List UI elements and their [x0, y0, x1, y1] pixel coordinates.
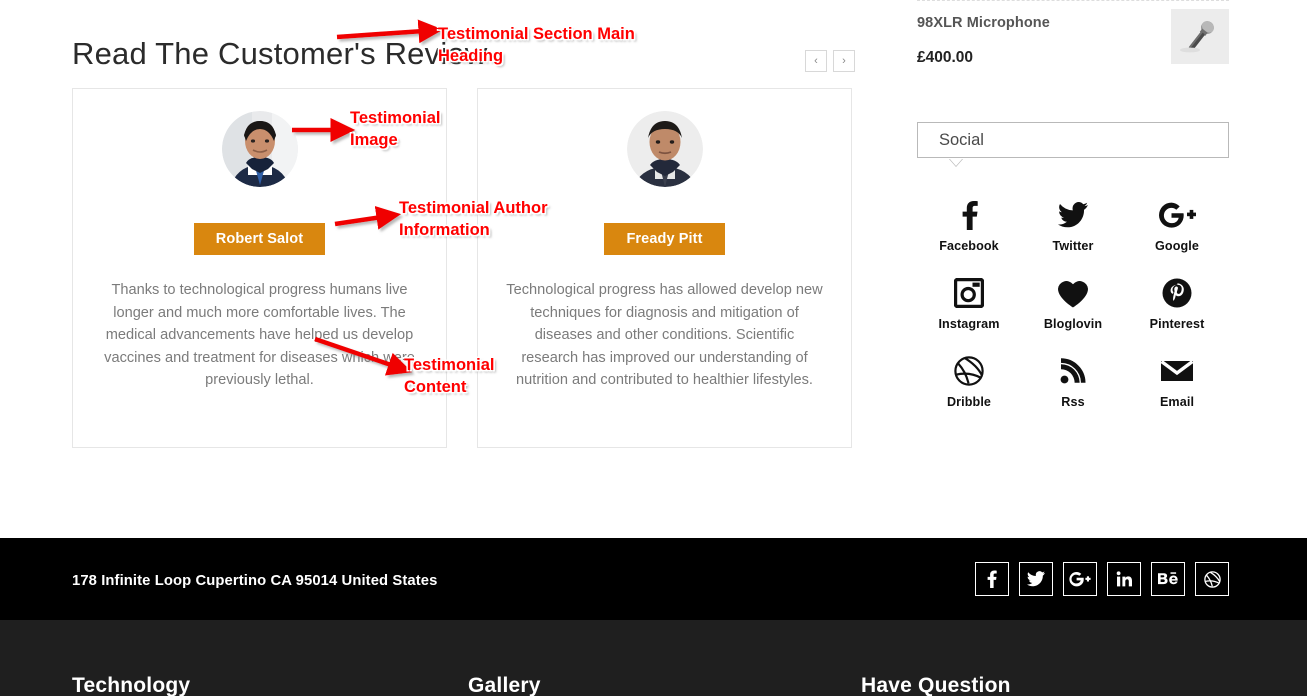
footer-address: 178 Infinite Loop Cupertino CA 95014 Uni… [72, 573, 438, 589]
testimonial-avatar-image [221, 111, 298, 187]
footer-column-title-have-question: Have Question [861, 674, 1011, 696]
pinterest-icon [1162, 275, 1192, 311]
sidebar: 98XLR Microphone £400.00 Social Facebook… [917, 0, 1229, 409]
testimonial-content-text: Technological progress has allowed devel… [506, 282, 823, 389]
testimonial-author-name[interactable]: Robert Salot [193, 223, 326, 255]
envelope-icon [1160, 353, 1194, 389]
testimonial-content-text: Thanks to technological progress humans … [104, 282, 415, 389]
footer-social-twitter[interactable] [1019, 562, 1053, 596]
social-link-label: Rss [1061, 395, 1085, 409]
social-widget-header: Social [917, 122, 1229, 167]
social-link-twitter[interactable]: Twitter [1052, 197, 1093, 253]
social-link-facebook[interactable]: Facebook [939, 197, 999, 253]
footer-social-list [975, 562, 1229, 596]
social-link-label: Bloglovin [1043, 317, 1103, 331]
footer-social-facebook[interactable] [975, 562, 1009, 596]
social-link-label: Instagram [938, 317, 1000, 331]
social-link-label: Email [1159, 395, 1195, 409]
heart-icon [1057, 275, 1089, 311]
footer-social-linkedin[interactable] [1107, 562, 1141, 596]
social-link-rss[interactable]: Rss [1059, 353, 1087, 409]
widget-notch-fill [949, 158, 963, 166]
google-plus-icon [1158, 197, 1196, 233]
social-link-google[interactable]: Google [1155, 197, 1199, 253]
testimonial-card: Fready Pitt Technological progress has a… [477, 88, 852, 448]
social-link-instagram[interactable]: Instagram [938, 275, 999, 331]
page-root: Read The Customer's Review ‹ › Robert Sa… [0, 0, 1307, 696]
social-link-label: Pinterest [1149, 317, 1205, 331]
footer-lower-section [0, 620, 1307, 696]
rss-icon [1059, 353, 1087, 389]
testimonial-card-list: Robert Salot Thanks to technological pro… [72, 88, 852, 448]
microphone-icon [1171, 9, 1229, 64]
testimonial-avatar-image [626, 111, 703, 187]
social-link-label: Facebook [939, 239, 999, 253]
footer-social-dribbble[interactable] [1195, 562, 1229, 596]
footer-column-title-technology: Technology [72, 674, 191, 696]
carousel-prev-button[interactable]: ‹ [805, 50, 827, 72]
sidebar-product-item[interactable]: 98XLR Microphone £400.00 [917, 1, 1229, 79]
dribbble-icon [954, 353, 984, 389]
social-link-label: Dribble [946, 395, 992, 409]
social-widget-title: Social [939, 130, 984, 149]
page-title: Read The Customer's Review [72, 36, 488, 71]
social-link-pinterest[interactable]: Pinterest [1150, 275, 1205, 331]
carousel-next-button[interactable]: › [833, 50, 855, 72]
social-link-label: Google [1155, 239, 1199, 253]
facebook-icon [959, 197, 979, 233]
footer-social-google-plus[interactable] [1063, 562, 1097, 596]
social-link-label: Twitter [1052, 239, 1094, 253]
footer-column-title-gallery: Gallery [468, 674, 541, 696]
footer-social-behance[interactable] [1151, 562, 1185, 596]
testimonial-section: Read The Customer's Review ‹ › Robert Sa… [0, 0, 900, 538]
social-link-dribble[interactable]: Dribble [947, 353, 991, 409]
social-link-bloglovin[interactable]: Bloglovin [1044, 275, 1102, 331]
instagram-icon [954, 275, 984, 311]
carousel-nav: ‹ › [805, 50, 855, 72]
twitter-icon [1057, 197, 1088, 233]
social-links-grid: Facebook Twitter Google Instagram Bloglo… [917, 197, 1229, 409]
social-link-email[interactable]: Email [1160, 353, 1194, 409]
testimonial-card: Robert Salot Thanks to technological pro… [72, 88, 447, 448]
testimonial-author-name[interactable]: Fready Pitt [604, 223, 725, 255]
